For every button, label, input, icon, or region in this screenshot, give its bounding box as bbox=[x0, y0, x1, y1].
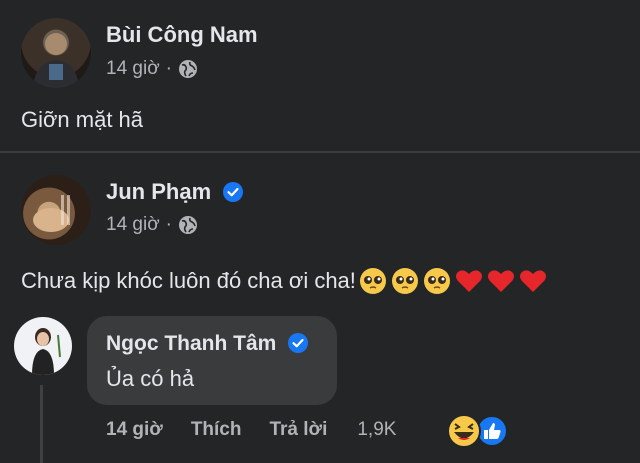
red-heart-icon bbox=[519, 270, 546, 292]
reply-text: Ủa có hả bbox=[106, 366, 195, 391]
comment: Jun Phạm 14 giờ · Chưa kịp khóc luôn đó … bbox=[0, 153, 640, 463]
thread-line bbox=[40, 385, 43, 463]
post-time[interactable]: 14 giờ bbox=[106, 58, 160, 80]
author-avatar[interactable] bbox=[21, 175, 91, 245]
like-icon bbox=[476, 415, 508, 447]
verified-badge-icon bbox=[223, 182, 244, 202]
red-heart-icon bbox=[455, 270, 482, 292]
reactions-icons[interactable] bbox=[442, 411, 512, 451]
meta-separator: · bbox=[165, 58, 172, 79]
pleading-face-icon bbox=[423, 268, 450, 294]
reaction-count[interactable]: 1,9K bbox=[357, 419, 396, 441]
globe-icon bbox=[178, 59, 198, 79]
post-meta: 14 giờ · bbox=[106, 58, 198, 80]
comment-time[interactable]: 14 giờ bbox=[106, 214, 160, 236]
comment-text-content: Chưa kịp khóc luôn đó cha ơi cha! bbox=[21, 268, 356, 293]
reply-time[interactable]: 14 giờ bbox=[106, 419, 163, 441]
pleading-face-icon bbox=[359, 268, 386, 294]
post: Bùi Công Nam 14 giờ · Giỡn mặt hã bbox=[0, 0, 640, 151]
reply-bubble: Ngọc Thanh Tâm Ủa có hả bbox=[87, 316, 337, 405]
pleading-face-icon bbox=[391, 268, 418, 294]
meta-separator: · bbox=[165, 214, 172, 235]
globe-icon bbox=[178, 215, 198, 235]
author-avatar[interactable] bbox=[21, 18, 91, 88]
comment-meta: 14 giờ · bbox=[106, 214, 198, 236]
emoji-row bbox=[358, 266, 548, 296]
like-button[interactable]: Thích bbox=[191, 419, 242, 441]
comment-text: Chưa kịp khóc luôn đó cha ơi cha! bbox=[21, 266, 548, 296]
reply-author-avatar[interactable] bbox=[14, 317, 72, 375]
author-name[interactable]: Jun Phạm bbox=[106, 179, 244, 205]
haha-icon bbox=[447, 414, 481, 448]
post-text: Giỡn mặt hã bbox=[21, 107, 144, 132]
reply-author-name[interactable]: Ngọc Thanh Tâm bbox=[106, 332, 309, 356]
red-heart-icon bbox=[487, 270, 514, 292]
reply-actions: 14 giờ Thích Trả lời 1,9K bbox=[106, 419, 396, 441]
reply-button[interactable]: Trả lời bbox=[269, 419, 327, 441]
author-name[interactable]: Bùi Công Nam bbox=[106, 22, 258, 48]
reply-author-name-text[interactable]: Ngọc Thanh Tâm bbox=[106, 332, 276, 355]
author-name-text[interactable]: Jun Phạm bbox=[106, 179, 211, 204]
verified-badge-icon bbox=[288, 333, 309, 353]
